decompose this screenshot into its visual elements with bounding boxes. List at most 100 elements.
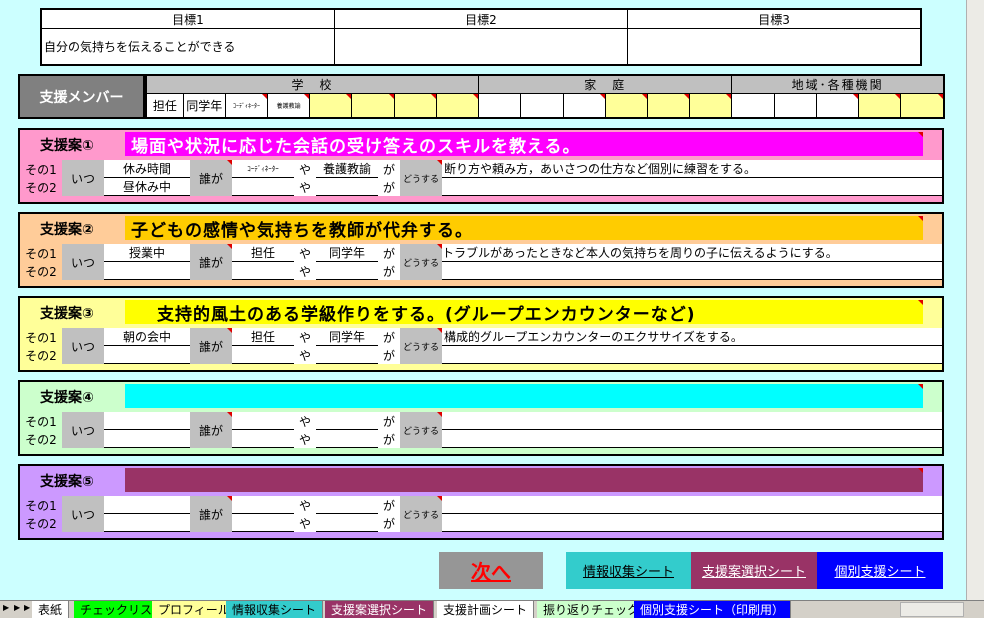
action-field[interactable]: 構成的グループエンカウンターのエクササイズをする。 [442,328,942,346]
action-label: どうする [400,244,442,280]
when-2-field[interactable]: 昼休み中 [104,178,190,196]
when-1-field[interactable] [104,412,190,430]
who-2b-field[interactable] [316,430,378,448]
action-2-field[interactable] [442,262,942,280]
plan-grid: その1 その2 いつ 朝の会中 誰が 担任 や や 同学年 が が どうする 構… [20,328,942,364]
member-cell[interactable] [731,93,775,119]
action-2-field[interactable] [442,430,942,448]
tab-support-plan-sheet[interactable]: 支援計画シート [437,601,535,618]
ga-label: が [378,244,400,262]
who-2-field[interactable] [316,412,378,430]
who-1-field[interactable]: ｺｰﾃﾞｨﾈｰﾀｰ [232,160,294,178]
plan-banner[interactable] [125,384,923,408]
when-1-field[interactable] [104,496,190,514]
member-cell[interactable] [435,93,480,119]
info-sheet-button[interactable]: 情報収集シート [566,552,691,589]
member-cell[interactable] [393,93,437,119]
ya-label: や [294,178,316,196]
plan-banner[interactable]: 場面や状況に応じた会話の受け答えのスキルを教える。 [125,132,923,157]
member-cell[interactable] [857,93,902,119]
action-2-field[interactable] [442,346,942,364]
member-cell[interactable] [815,93,859,119]
goal-3-cell[interactable] [627,28,922,66]
plan-banner[interactable]: 支持的風土のある学級作りをする。(グループエンカウンターなど) [125,300,923,325]
member-cell[interactable] [604,93,648,119]
when-2-field[interactable] [104,346,190,364]
first-sheet-arrow-icon[interactable]: ▶ [3,603,9,612]
ga-label: が [378,412,400,430]
who-2b-field[interactable] [316,178,378,196]
who-label: 誰が [190,244,232,280]
who-1-field[interactable]: 担任 [232,328,294,346]
who-1-field[interactable]: 担任 [232,244,294,262]
who-1b-field[interactable] [232,262,294,280]
plan-label-sono1: その1 [25,498,57,513]
goal-2-cell[interactable] [333,28,629,66]
when-2-field[interactable] [104,430,190,448]
member-cell[interactable] [689,93,733,119]
ya-label: や [294,262,316,280]
action-field[interactable]: トラブルがあったときなど本人の気持ちを周りの子に伝えるようにする。 [442,244,942,262]
member-cell[interactable] [351,93,395,119]
vertical-scrollbar[interactable] [966,0,984,600]
who-2-field[interactable]: 同学年 [316,328,378,346]
who-2b-field[interactable] [316,346,378,364]
when-1-field[interactable]: 朝の会中 [104,328,190,346]
plan-banner[interactable] [125,468,923,492]
tab-profile[interactable]: プロフィール [152,601,237,618]
when-2-field[interactable] [104,262,190,280]
plan-label-sono2: その2 [25,432,57,447]
who-1b-field[interactable] [232,178,294,196]
when-1-field[interactable]: 授業中 [104,244,190,262]
who-1-field[interactable] [232,412,294,430]
who-2-field[interactable]: 同学年 [316,244,378,262]
when-2-field[interactable] [104,514,190,532]
who-1b-field[interactable] [232,430,294,448]
member-coordinator[interactable]: ｺｰﾃﾞｨﾈｰﾀｰ [224,93,269,119]
tab-review-check[interactable]: 振り返りチェック [537,601,647,618]
action-2-field[interactable] [442,514,942,532]
action-label: どうする [400,160,442,196]
next-button[interactable]: 次へ [439,552,543,589]
who-2b-field[interactable] [316,262,378,280]
who-2-field[interactable] [316,496,378,514]
member-cell[interactable] [478,93,522,119]
who-2b-field[interactable] [316,514,378,532]
plan-select-sheet-button[interactable]: 支援案選択シート [691,552,817,589]
goal-1-cell[interactable]: 自分の気持ちを伝えることができる [40,28,335,66]
action-field[interactable]: 断り方や頼み方，あいさつの仕方など個別に練習をする。 [442,160,942,178]
who-1-field[interactable] [232,496,294,514]
ya-label: や [294,346,316,364]
tab-info-sheet[interactable]: 情報収集シート [226,601,324,618]
tab-individual-print[interactable]: 個別支援シート（印刷用） [634,601,792,618]
horizontal-scrollbar[interactable] [900,602,964,617]
member-cell[interactable] [646,93,691,119]
member-nurse-teacher[interactable]: 養護教諭 [267,93,311,119]
tab-cover[interactable]: 表紙 [32,601,70,618]
support-plan-5: 支援案⑤ その1 その2 いつ 誰が や や が が どうする [18,464,944,540]
action-field[interactable] [442,412,942,430]
member-same-grade[interactable]: 同学年 [182,93,226,119]
when-1-field[interactable]: 休み時間 [104,160,190,178]
who-1b-field[interactable] [232,514,294,532]
last-sheet-arrow-icon[interactable]: ▶ [24,603,30,612]
who-2-field[interactable]: 養護教諭 [316,160,378,178]
next-sheet-arrow-icon[interactable]: ▶ [14,603,20,612]
ga-label: が [378,346,400,364]
action-2-field[interactable] [442,178,942,196]
member-cell[interactable] [562,93,606,119]
member-cell[interactable] [520,93,564,119]
individual-sheet-button[interactable]: 個別支援シート [817,552,943,589]
who-1b-field[interactable] [232,346,294,364]
member-cell[interactable] [900,93,945,119]
action-field[interactable] [442,496,942,514]
plan-label-sono1: その1 [25,330,57,345]
member-homeroom[interactable]: 担任 [145,93,184,119]
tab-plan-select-sheet[interactable]: 支援案選択シート [325,601,435,618]
group-community: 地域･各種機関 [731,74,945,94]
member-cell[interactable] [773,93,817,119]
plan-title: 支援案① [40,138,94,154]
member-cell[interactable] [309,93,353,119]
ga-label: が [378,160,400,178]
plan-banner[interactable]: 子どもの感情や気持ちを教師が代弁する。 [125,216,923,241]
